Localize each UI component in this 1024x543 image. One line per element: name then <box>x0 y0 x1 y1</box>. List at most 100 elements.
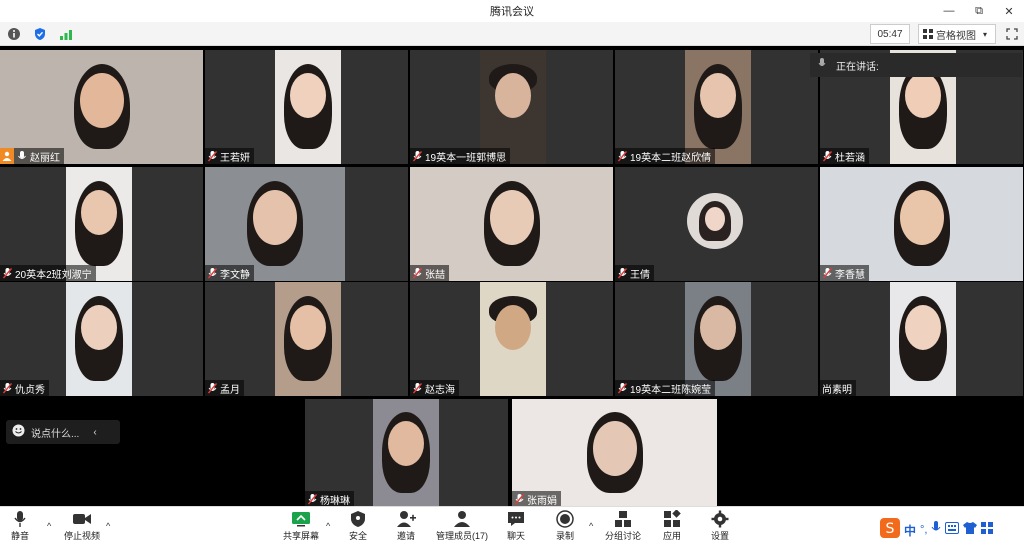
muted-microphone-icon <box>412 267 422 279</box>
breakout-button[interactable]: 分组讨论 <box>605 509 641 542</box>
participant-name: 杨琳琳 <box>320 495 350 507</box>
microphone-icon <box>17 150 27 162</box>
members-label: 管理成员(17) <box>436 531 489 541</box>
chevron-up-icon[interactable]: ^ <box>106 521 110 531</box>
participant-name: 仇贞秀 <box>15 384 45 396</box>
muted-microphone-icon <box>514 493 524 505</box>
muted-microphone-icon <box>617 267 627 279</box>
participant-nametag: 杨琳琳 <box>305 491 354 507</box>
participant-name: 孟月 <box>220 384 240 396</box>
manage-members-button[interactable]: 管理成员(17) <box>436 509 488 542</box>
participant-nametag: 20英本2班刘淑宁 <box>0 265 96 281</box>
participant-name: 王倩 <box>630 269 650 281</box>
bottom-toolbar: 静音 ^ 停止视频 ^ 共享屏幕 ^ 安全 邀请 管理成员(17) 聊天 录制 … <box>0 506 1024 543</box>
participant-tile[interactable]: 李文静 <box>205 167 408 281</box>
record-label: 录制 <box>555 531 574 541</box>
muted-microphone-icon <box>617 382 627 394</box>
window-title: 腾讯会议 <box>490 6 534 18</box>
participant-tile[interactable]: 王若妍 <box>205 50 408 164</box>
participant-tile[interactable]: 张喆 <box>410 167 613 281</box>
breakout-label: 分组讨论 <box>605 531 642 541</box>
view-mode-select[interactable]: 宫格视图 ▾ <box>918 24 996 44</box>
grid-icon <box>923 29 933 39</box>
muted-microphone-icon <box>207 267 217 279</box>
participant-face <box>253 189 297 245</box>
close-button[interactable]: ✕ <box>994 0 1024 22</box>
share-screen-button[interactable]: 共享屏幕 <box>283 509 319 542</box>
mute-button[interactable]: 静音 <box>10 509 30 542</box>
microphone-icon <box>10 509 30 529</box>
stop-video-button[interactable]: 停止视频 <box>64 509 100 542</box>
info-icon[interactable] <box>6 26 22 42</box>
participant-tile[interactable]: 张雨娟 <box>512 399 717 507</box>
microphone-icon[interactable] <box>931 520 941 540</box>
participant-nametag: 张雨娟 <box>512 491 561 507</box>
record-button[interactable]: 录制 <box>555 509 575 542</box>
participant-nametag: 杜若涵 <box>820 148 869 164</box>
participant-tile[interactable]: 尚素明 <box>820 282 1023 396</box>
participant-name: 赵丽红 <box>30 152 60 164</box>
participant-tile[interactable]: 王倩 <box>615 167 818 281</box>
gear-icon <box>710 509 730 529</box>
chevron-up-icon[interactable]: ^ <box>589 521 593 531</box>
chat-placeholder: 说点什么... <box>31 428 80 440</box>
chevron-up-icon[interactable]: ^ <box>47 521 51 531</box>
participant-tile[interactable]: 19英本二班赵欣倩 <box>615 50 818 164</box>
speaking-label: 正在讲话: <box>836 61 879 73</box>
chevron-left-icon[interactable]: ‹ <box>93 427 96 438</box>
settings-label: 设置 <box>710 531 729 541</box>
share-screen-icon <box>291 509 311 529</box>
security-button[interactable]: 安全 <box>348 509 368 542</box>
svg-text:S: S <box>886 521 895 537</box>
settings-button[interactable]: 设置 <box>710 509 730 542</box>
window-controls: — ⧉ ✕ <box>934 0 1024 22</box>
participant-tile[interactable]: 19英本一班郭博思 <box>410 50 613 164</box>
invite-label: 邀请 <box>396 531 415 541</box>
emoji-icon[interactable] <box>12 424 25 440</box>
participant-tile[interactable]: 20英本2班刘淑宁 <box>0 167 203 281</box>
apps-label: 应用 <box>662 531 681 541</box>
shield-icon <box>348 509 368 529</box>
participant-tile[interactable]: 赵丽红 <box>0 50 203 164</box>
chevron-up-icon[interactable]: ^ <box>326 521 330 531</box>
participant-name: 19英本一班郭博思 <box>425 152 507 164</box>
muted-microphone-icon <box>617 150 627 162</box>
participant-tile[interactable]: 杨琳琳 <box>305 399 508 507</box>
shield-icon[interactable] <box>32 26 48 42</box>
participant-name: 李文静 <box>220 269 250 281</box>
participant-tile[interactable]: 仇贞秀 <box>0 282 203 396</box>
participant-tile[interactable]: 李香慧 <box>820 167 1023 281</box>
host-icon <box>0 148 14 164</box>
apps-icon <box>662 509 682 529</box>
participant-nametag: 19英本一班郭博思 <box>410 148 511 164</box>
participant-nametag: 赵志海 <box>410 380 459 396</box>
signal-icon[interactable] <box>58 26 74 42</box>
participant-name: 王若妍 <box>220 152 250 164</box>
minimize-button[interactable]: — <box>934 0 964 22</box>
participant-face <box>489 189 534 245</box>
add-user-icon <box>396 509 416 529</box>
invite-button[interactable]: 邀请 <box>396 509 416 542</box>
quick-chat-input[interactable]: 说点什么... ‹ <box>6 420 120 444</box>
participant-tile[interactable]: 孟月 <box>205 282 408 396</box>
punctuation-icon[interactable]: °, <box>920 524 927 536</box>
apps-button[interactable]: 应用 <box>662 509 682 542</box>
stop-video-label: 停止视频 <box>64 531 101 541</box>
sogou-icon[interactable]: S <box>880 517 900 543</box>
participant-nametag: 王倩 <box>615 265 654 281</box>
participant-tile[interactable]: 赵志海 <box>410 282 613 396</box>
participant-face <box>699 72 737 119</box>
participant-nametag: 张喆 <box>410 265 449 281</box>
participant-tile[interactable]: 19英本二班陈婉莹 <box>615 282 818 396</box>
keyboard-icon[interactable] <box>945 521 960 539</box>
participant-name: 张雨娟 <box>527 495 557 507</box>
avatar-face <box>705 207 725 231</box>
ime-lang[interactable]: 中 <box>904 522 916 539</box>
restore-button[interactable]: ⧉ <box>964 0 994 22</box>
skin-icon[interactable] <box>963 521 978 539</box>
chat-button[interactable]: 聊天 <box>506 509 526 542</box>
participant-face <box>80 189 118 236</box>
fullscreen-icon[interactable] <box>1003 24 1021 44</box>
toolbox-icon[interactable] <box>981 521 994 539</box>
muted-microphone-icon <box>207 382 217 394</box>
